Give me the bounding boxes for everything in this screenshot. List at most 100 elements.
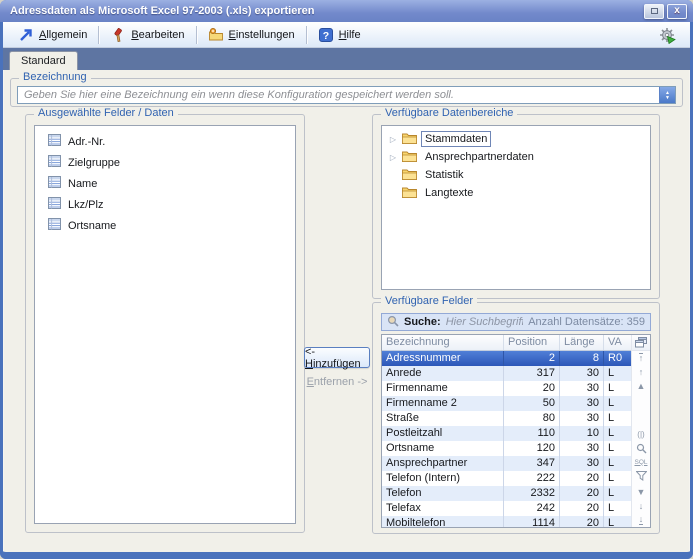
sort-ascending-icon[interactable]: ▲ xyxy=(632,379,650,393)
restore-button[interactable] xyxy=(644,4,664,19)
field-length-cell: 20 xyxy=(560,471,604,486)
add-button[interactable]: <- Hinzufügen xyxy=(304,347,370,368)
data-areas-tree[interactable]: ▷ Stammdaten ▷ Ansprechpartnerdaten ▷ St… xyxy=(381,125,651,290)
selected-field-item[interactable]: Ortsname xyxy=(35,215,295,236)
folder-icon xyxy=(402,150,417,165)
field-row[interactable]: Ansprechpartner 347 30 L xyxy=(382,456,631,471)
expander-icon[interactable]: ▷ xyxy=(388,135,398,144)
field-name-cell: Straße xyxy=(382,411,504,426)
move-down-icon[interactable]: ↓ xyxy=(632,499,650,513)
fields-table-header[interactable]: Bezeichnung Position Länge VA xyxy=(382,335,631,351)
toolbar-button-hilfe[interactable]: ? Hilfe xyxy=(311,24,368,46)
field-va-cell: L xyxy=(604,411,631,426)
table-field-icon xyxy=(48,218,61,233)
field-position-cell: 50 xyxy=(504,396,560,411)
field-name-cell: Adressnummer xyxy=(382,351,504,366)
search-table-icon[interactable] xyxy=(632,441,650,455)
table-side-toolbar: ↑ ↑ ▲ (|) SQL ▼ ↓ ↓ xyxy=(631,335,650,527)
folder-icon xyxy=(402,132,417,147)
toolbar-button-allgemein[interactable]: Allgemein xyxy=(11,24,94,46)
fit-columns-icon[interactable]: (|) xyxy=(632,427,650,441)
field-row[interactable]: Telefax 242 20 L xyxy=(382,501,631,516)
field-length-cell: 10 xyxy=(560,426,604,441)
move-to-bottom-icon[interactable]: ↓ xyxy=(632,513,650,527)
field-row[interactable]: Postleitzahl 110 10 L xyxy=(382,426,631,441)
tree-item[interactable]: ▷ Langtexte xyxy=(382,184,650,202)
field-position-cell: 242 xyxy=(504,501,560,516)
field-name-cell: Anrede xyxy=(382,366,504,381)
field-va-cell: L xyxy=(604,381,631,396)
selected-field-label: Name xyxy=(68,178,97,190)
remove-button-disabled[interactable]: Entfernen -> xyxy=(296,376,378,388)
filter-icon[interactable] xyxy=(632,469,650,483)
field-name-cell: Telefax xyxy=(382,501,504,516)
record-count: Anzahl Datensätze: 359 xyxy=(528,316,645,328)
field-length-cell: 20 xyxy=(560,486,604,501)
search-label: Suche: xyxy=(404,316,441,328)
help-icon: ? xyxy=(318,27,334,43)
bezeichnung-combobox[interactable]: Geben Sie hier eine Bezeichnung ein wenn… xyxy=(17,86,676,104)
field-position-cell: 80 xyxy=(504,411,560,426)
folder-icon xyxy=(402,186,417,201)
expander-icon[interactable]: ▷ xyxy=(388,153,398,162)
column-header-bezeichnung[interactable]: Bezeichnung xyxy=(382,335,504,350)
field-row[interactable]: Firmenname 2 50 30 L xyxy=(382,396,631,411)
selected-field-item[interactable]: Name xyxy=(35,173,295,194)
selected-field-label: Lkz/Plz xyxy=(68,199,103,211)
tree-item-label[interactable]: Langtexte xyxy=(421,185,477,201)
field-name-cell: Ortsname xyxy=(382,441,504,456)
run-export-button[interactable] xyxy=(652,24,682,46)
search-input-placeholder[interactable]: Hier Suchbegriff eingebe xyxy=(446,316,524,328)
close-icon: x xyxy=(674,6,680,16)
group-selected-fields: Ausgewählte Felder / Daten Adr.-Nr. Ziel… xyxy=(25,114,305,533)
fields-search-bar[interactable]: Suche: Hier Suchbegriff eingebe Anzahl D… xyxy=(381,313,651,331)
field-length-cell: 20 xyxy=(560,516,604,527)
tab-standard[interactable]: Standard xyxy=(9,51,78,70)
toolbar-button-bearbeiten[interactable]: Bearbeiten xyxy=(103,24,191,46)
column-header-laenge[interactable]: Länge xyxy=(560,335,604,350)
tree-item-label[interactable]: Stammdaten xyxy=(421,131,491,147)
field-row[interactable]: Adressnummer 2 8 R0 xyxy=(382,351,631,366)
move-to-top-icon[interactable]: ↑ xyxy=(632,351,650,365)
field-row[interactable]: Mobiltelefon 1114 20 L xyxy=(382,516,631,527)
field-row[interactable]: Telefon (Intern) 222 20 L xyxy=(382,471,631,486)
field-row[interactable]: Ortsname 120 30 L xyxy=(382,441,631,456)
field-name-cell: Postleitzahl xyxy=(382,426,504,441)
toolbar-label: Allgemein xyxy=(39,29,87,41)
field-row[interactable]: Firmenname 20 30 L xyxy=(382,381,631,396)
gear-run-icon xyxy=(659,27,675,43)
column-header-position[interactable]: Position xyxy=(504,335,560,350)
selected-field-item[interactable]: Adr.-Nr. xyxy=(35,131,295,152)
tree-item[interactable]: ▷ Stammdaten xyxy=(382,130,650,148)
column-chooser-icon[interactable] xyxy=(632,335,650,351)
field-va-cell: L xyxy=(604,396,631,411)
tree-item-label[interactable]: Ansprechpartnerdaten xyxy=(421,149,538,165)
selected-field-item[interactable]: Zielgruppe xyxy=(35,152,295,173)
field-name-cell: Firmenname 2 xyxy=(382,396,504,411)
field-row[interactable]: Anrede 317 30 L xyxy=(382,366,631,381)
field-va-cell: L xyxy=(604,366,631,381)
group-caption-selected-fields: Ausgewählte Felder / Daten xyxy=(34,107,178,119)
toolbar-label: Bearbeiten xyxy=(131,29,184,41)
sql-icon[interactable]: SQL xyxy=(632,455,650,469)
column-header-va[interactable]: VA xyxy=(604,335,631,350)
field-position-cell: 347 xyxy=(504,456,560,471)
tree-item-label[interactable]: Statistik xyxy=(421,167,468,183)
move-up-icon[interactable]: ↑ xyxy=(632,365,650,379)
close-button[interactable]: x xyxy=(667,4,687,19)
field-row[interactable]: Straße 80 30 L xyxy=(382,411,631,426)
sort-descending-icon[interactable]: ▼ xyxy=(632,485,650,499)
field-name-cell: Telefon (Intern) xyxy=(382,471,504,486)
field-position-cell: 120 xyxy=(504,441,560,456)
selected-field-item[interactable]: Lkz/Plz xyxy=(35,194,295,215)
tree-item[interactable]: ▷ Ansprechpartnerdaten xyxy=(382,148,650,166)
field-name-cell: Telefon xyxy=(382,486,504,501)
bezeichnung-dropdown-button[interactable]: ▲ ▼ xyxy=(659,87,675,103)
toolbar-label: Hilfe xyxy=(339,29,361,41)
toolbar-button-einstellungen[interactable]: Einstellungen xyxy=(201,24,302,46)
tree-item[interactable]: ▷ Statistik xyxy=(382,166,650,184)
bezeichnung-placeholder: Geben Sie hier eine Bezeichnung ein wenn… xyxy=(18,89,659,101)
selected-fields-list[interactable]: Adr.-Nr. Zielgruppe Name Lkz/Plz Ortsnam… xyxy=(34,125,296,524)
field-row[interactable]: Telefon 2332 20 L xyxy=(382,486,631,501)
table-field-icon xyxy=(48,134,61,149)
